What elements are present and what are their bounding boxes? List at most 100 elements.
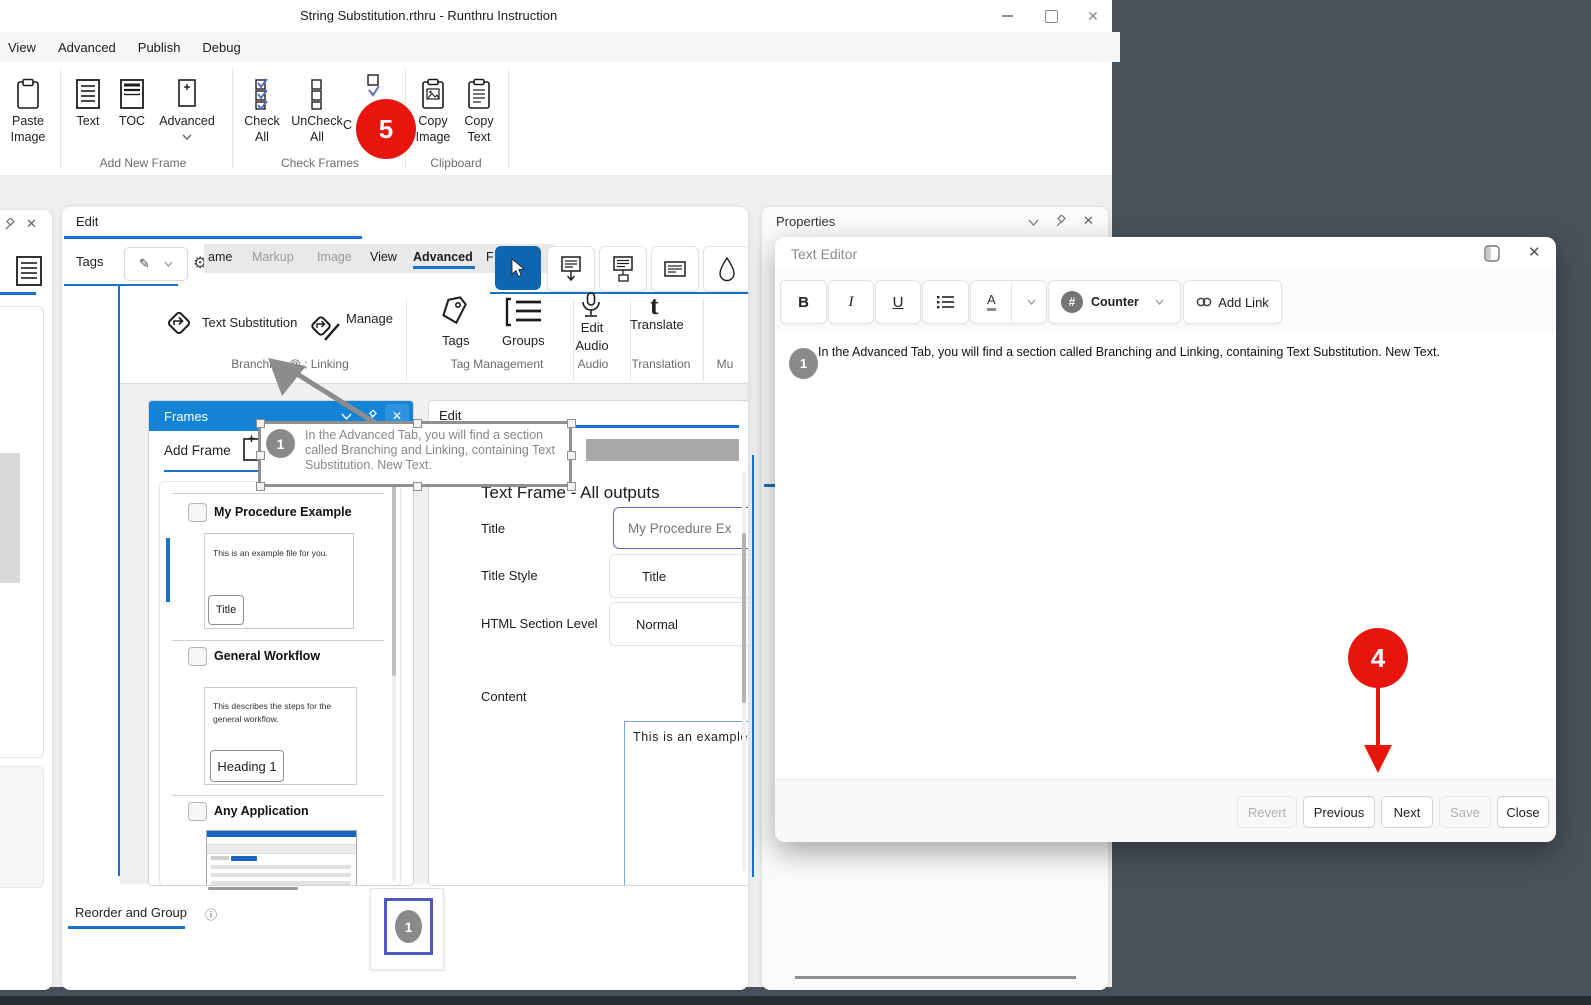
droplet-icon [717, 256, 737, 282]
uncheck-all-button[interactable]: UnCheck All [288, 78, 346, 145]
pin-icon[interactable] [4, 218, 17, 231]
frame-checkbox[interactable] [188, 647, 207, 666]
close-footer-button[interactable]: Close [1497, 796, 1549, 828]
toc-frame-button[interactable]: TOC [112, 78, 152, 130]
text-frame-tab-icon[interactable] [16, 256, 42, 286]
inner-tab-advanced[interactable]: Advanced [413, 250, 473, 264]
edit-audio-label-line1: Edit [574, 319, 610, 337]
edit-audio-button[interactable]: Edit Audio [574, 319, 610, 354]
select-tool-button[interactable] [495, 246, 541, 290]
inner-tab-next-partial[interactable]: F [486, 250, 494, 264]
menu-debug[interactable]: Debug [202, 40, 240, 55]
edit-panel-tab[interactable]: Edit [76, 214, 98, 229]
annotation-callout[interactable]: 1 In the Advanced Tab, you will find a s… [258, 421, 572, 487]
paste-image-button[interactable]: Paste Image [6, 78, 50, 145]
menu-publish[interactable]: Publish [138, 40, 181, 55]
manage-button[interactable]: Manage [346, 311, 393, 326]
frame-preview[interactable]: This is an example file for you. Title [204, 533, 354, 629]
toc-doc-icon [119, 78, 145, 110]
tags-button[interactable]: Tags [442, 333, 469, 348]
inner-tab-image[interactable]: Image [317, 250, 352, 264]
blur-tool-button[interactable] [703, 246, 748, 292]
previous-button[interactable]: Previous [1303, 796, 1375, 828]
resize-handle[interactable] [413, 482, 422, 491]
minimize-button[interactable] [992, 5, 1022, 27]
scrollbar-thumb[interactable] [742, 533, 746, 703]
dock-window-icon[interactable] [1484, 245, 1500, 262]
html-level-select[interactable]: Normal [609, 602, 748, 646]
frame-preview-chip: Title [208, 595, 244, 625]
frames-list-scrollbar[interactable] [392, 486, 396, 882]
bold-label: B [798, 294, 809, 311]
resize-handle[interactable] [256, 482, 265, 491]
resize-handle[interactable] [567, 482, 576, 491]
info-icon[interactable]: ⓘ [205, 906, 217, 923]
form-scrollbar[interactable] [742, 471, 746, 871]
translate-button[interactable]: Translate [630, 317, 684, 332]
content-textarea[interactable]: This is an example [624, 721, 748, 886]
resize-handle[interactable] [567, 451, 576, 460]
close-icon[interactable]: ✕ [1083, 213, 1094, 229]
font-color-split-button[interactable]: A [970, 280, 1047, 324]
frame-item-label[interactable]: Any Application [214, 804, 309, 818]
advanced-frame-button[interactable]: Advanced [156, 78, 218, 140]
frame-preview[interactable]: This describes the steps for the general… [204, 687, 357, 785]
inner-tab-view[interactable]: View [370, 250, 397, 264]
menu-view[interactable]: View [8, 40, 36, 55]
revert-button[interactable]: Revert [1237, 796, 1297, 828]
chevron-down-icon[interactable] [1027, 299, 1036, 305]
add-link-button[interactable]: Add Link [1183, 280, 1282, 324]
title-input[interactable] [613, 507, 748, 549]
frame-checkbox[interactable] [188, 802, 207, 821]
maximize-button[interactable] [1036, 5, 1066, 27]
resize-handle[interactable] [413, 419, 422, 428]
step-4-arrow [1362, 687, 1394, 775]
counter-dropdown-button[interactable]: # Counter [1048, 280, 1181, 324]
text-frame-button[interactable]: Text [68, 78, 108, 130]
chevron-down-icon[interactable] [1028, 219, 1039, 226]
advanced-doc-icon [174, 78, 200, 110]
text-box-tool-button[interactable] [651, 246, 699, 292]
underline-button[interactable]: U [875, 280, 921, 324]
inner-tab-markup[interactable]: Markup [252, 250, 294, 264]
tags-icon [437, 295, 471, 329]
close-button[interactable]: ✕ [1078, 5, 1108, 27]
close-icon[interactable]: ✕ [26, 216, 37, 232]
bullet-list-button[interactable] [922, 280, 969, 324]
inner-tab-frame-partial[interactable]: ame [208, 250, 232, 264]
frame-screenshot-thumbnail[interactable] [206, 830, 357, 886]
toolbar: Paste Image Text TOC [0, 62, 1112, 176]
callout-tool-button[interactable] [547, 246, 595, 292]
previous-label: Previous [1314, 805, 1365, 820]
check-all-button[interactable]: Check All [240, 78, 284, 145]
frames-hscroll-indicator[interactable] [208, 887, 298, 890]
close-icon[interactable]: ✕ [1528, 243, 1541, 261]
title-style-select[interactable]: Title [609, 554, 748, 598]
tag-style-dropdown[interactable]: ✎ [124, 247, 188, 281]
reorder-thumbnail-card[interactable]: 1 [370, 888, 444, 970]
text-substitution-button[interactable]: Text Substitution [202, 315, 297, 330]
menu-advanced[interactable]: Advanced [58, 40, 116, 55]
branch-callout-tool-button[interactable] [599, 246, 647, 292]
frame-checkbox[interactable] [188, 503, 207, 522]
groups-button[interactable]: Groups [502, 333, 545, 348]
translation-group-label: Translation [628, 357, 694, 371]
resize-handle[interactable] [567, 419, 576, 428]
italic-button[interactable]: I [828, 280, 874, 324]
frame-item-label[interactable]: My Procedure Example [214, 505, 352, 519]
copy-text-button[interactable]: Copy Text [458, 78, 500, 145]
pin-icon[interactable] [1055, 215, 1068, 228]
bold-button[interactable]: B [780, 280, 827, 324]
resize-handle[interactable] [256, 451, 265, 460]
frame-item-label[interactable]: General Workflow [214, 649, 320, 663]
text-substitution-icon [160, 304, 198, 342]
next-button[interactable]: Next [1381, 796, 1433, 828]
editor-content[interactable]: 1 In the Advanced Tab, you will find a s… [775, 332, 1556, 779]
clipboard-icon [14, 78, 42, 110]
thumb-row [211, 881, 351, 885]
scrollbar-thumb[interactable] [392, 486, 396, 676]
save-button[interactable]: Save [1439, 796, 1491, 828]
copy-image-button[interactable]: Copy Image [412, 78, 454, 145]
add-frame-button[interactable]: Add Frame [164, 443, 231, 458]
resize-handle[interactable] [256, 419, 265, 428]
